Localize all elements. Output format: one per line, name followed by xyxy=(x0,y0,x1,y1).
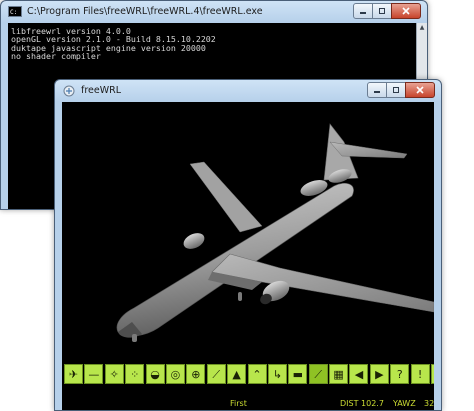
level-icon: ⌃ xyxy=(252,367,262,381)
close-button[interactable] xyxy=(391,3,421,19)
minimize-icon xyxy=(374,91,380,93)
toolbar-button[interactable]: ◎ xyxy=(165,364,185,384)
svg-text:C:: C: xyxy=(10,9,17,16)
freewrl-window: freeWRL ✈ — ✧ ⁘ ◒ ◎ ⊕ ⟋ ▲ ⌃ ↳ ▬ ⟋ ▦ ◀ ▶ … xyxy=(54,79,442,411)
maximize-button[interactable] xyxy=(372,3,392,19)
toolbar-button[interactable]: ▲ xyxy=(227,364,247,384)
minimize-button[interactable] xyxy=(367,82,387,98)
toolbar-button[interactable]: ↳ xyxy=(267,364,287,384)
toolbar-button[interactable]: — xyxy=(84,364,104,384)
dist-icon: ⟋ xyxy=(212,367,221,381)
collision-icon: ▬ xyxy=(292,367,303,381)
freewrl-title: freeWRL xyxy=(81,85,122,96)
3d-viewport[interactable] xyxy=(62,102,434,358)
lookat-icon: ⊕ xyxy=(191,367,201,381)
console-line: no shader compiler xyxy=(11,51,101,62)
toolbar-button[interactable]: ? xyxy=(390,364,410,384)
alert-icon: ! xyxy=(417,367,423,381)
console-titlebar[interactable]: C: C:\Program Files\freeWRL\freeWRL.4\fr… xyxy=(1,1,427,22)
maximize-icon xyxy=(393,87,399,93)
toolbar-button[interactable]: ⟋ xyxy=(308,364,328,384)
fps-readout: 32 xyxy=(424,399,434,408)
close-icon xyxy=(416,86,424,94)
toolbar-button[interactable]: ◒ xyxy=(145,364,165,384)
headlight-icon: ↳ xyxy=(272,367,283,381)
freewrl-titlebar[interactable]: freeWRL xyxy=(55,80,441,101)
toolbar-button[interactable]: ▦ xyxy=(329,364,349,384)
minimize-button[interactable] xyxy=(353,3,373,19)
toolbar-button[interactable]: ⁘ xyxy=(125,364,145,384)
cmd-icon: C: xyxy=(8,6,22,18)
toolbar-button[interactable]: ⟋ xyxy=(206,364,226,384)
up-arrow-icon: ▲ xyxy=(232,367,241,381)
close-icon xyxy=(402,7,410,15)
toolbar-button[interactable]: ☑ xyxy=(431,364,434,384)
close-button[interactable] xyxy=(405,82,435,98)
toolbar-button[interactable]: ⊕ xyxy=(186,364,206,384)
mode-readout: YAWZ xyxy=(393,399,416,408)
toolbar-button[interactable]: ▶ xyxy=(369,364,389,384)
next-viewpoint-icon: ▶ xyxy=(375,367,384,381)
spherical-icon: ◒ xyxy=(150,367,160,381)
grid-icon: ▦ xyxy=(333,367,344,381)
distance-readout: DIST 102.7 xyxy=(340,399,384,408)
maximize-button[interactable] xyxy=(386,82,406,98)
toolbar-button[interactable]: ✈ xyxy=(64,364,83,384)
turntable-icon: ◎ xyxy=(170,367,181,381)
restore-icon xyxy=(379,8,385,14)
viewpoint-label: First xyxy=(230,399,247,408)
toolbar-button[interactable]: ▬ xyxy=(288,364,308,384)
console-title: C:\Program Files\freeWRL\freeWRL.4\freeW… xyxy=(27,6,263,17)
airplane-model xyxy=(116,123,434,342)
fly-icon: — xyxy=(88,367,100,381)
toolbar-button[interactable]: ! xyxy=(410,364,430,384)
examine-icon: ✧ xyxy=(109,367,119,381)
walk-icon: ✈ xyxy=(68,367,79,381)
pick-icon: ⟋ xyxy=(314,367,323,381)
help-icon: ? xyxy=(396,367,403,381)
freewrl-icon xyxy=(62,85,76,97)
freewrl-client: ✈ — ✧ ⁘ ◒ ◎ ⊕ ⟋ ▲ ⌃ ↳ ▬ ⟋ ▦ ◀ ▶?! ☑ First DIST 102.7 YAW… xyxy=(62,102,434,410)
scroll-up-icon[interactable]: ▲ xyxy=(417,23,427,33)
toolbar-button[interactable]: ⌃ xyxy=(247,364,267,384)
navigation-toolbar: ✈ — ✧ ⁘ ◒ ◎ ⊕ ⟋ ▲ ⌃ ↳ ▬ ⟋ ▦ ◀ ▶?! ☑ First DIST 102.7 YAW… xyxy=(62,358,434,410)
toolbar-button[interactable]: ✧ xyxy=(104,364,124,384)
prev-viewpoint-icon: ◀ xyxy=(354,367,364,381)
toolbar-button[interactable]: ◀ xyxy=(349,364,369,384)
minimize-icon xyxy=(360,12,366,14)
explore-icon: ⁘ xyxy=(130,367,140,381)
